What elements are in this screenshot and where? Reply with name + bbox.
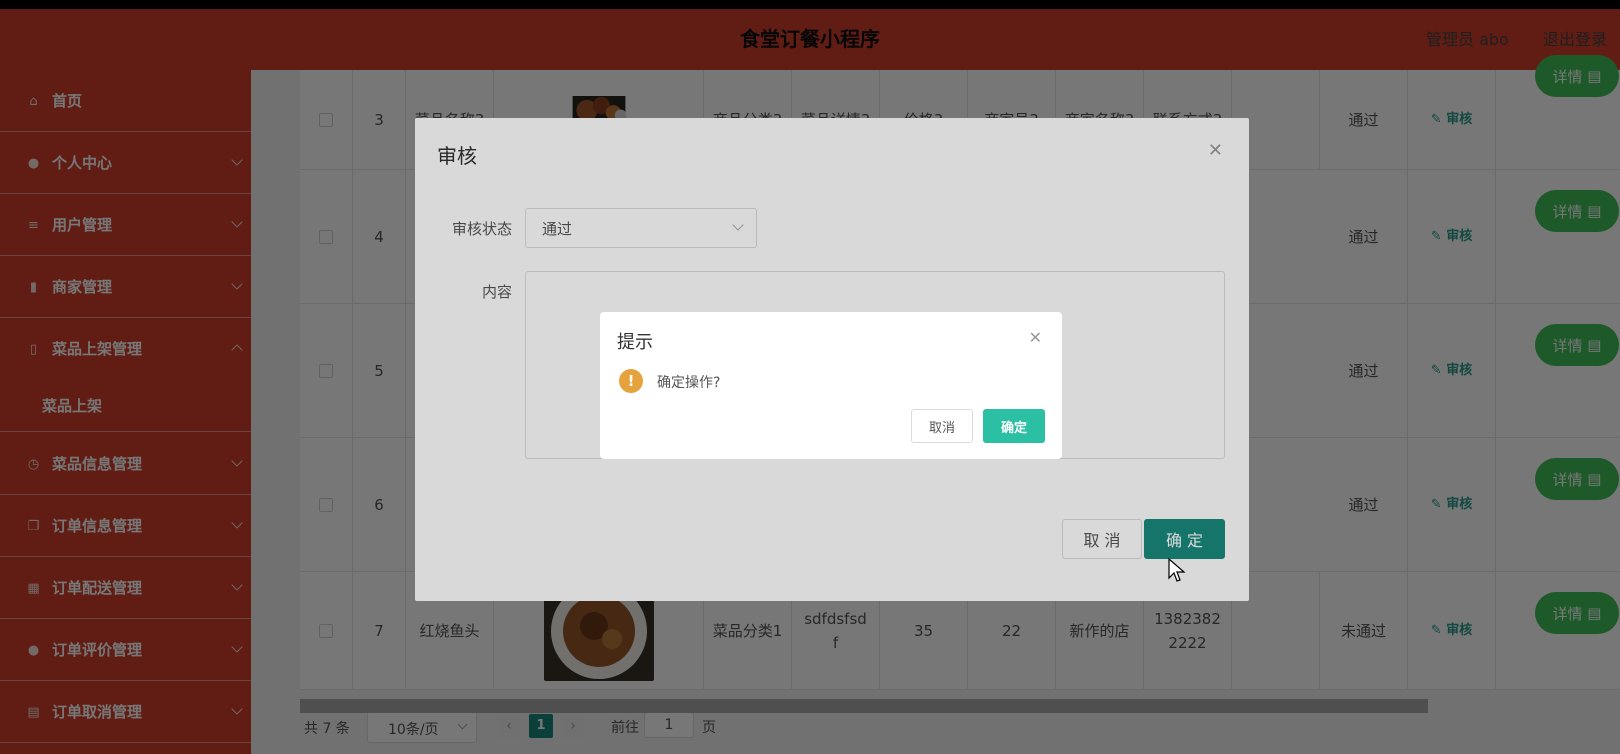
message-text: 确定操作?	[657, 375, 721, 391]
confirm-message-box: 提示 ✕ ! 确定操作? 取消 确定	[600, 312, 1062, 459]
close-icon[interactable]: ✕	[1029, 328, 1042, 347]
warning-icon: !	[619, 369, 643, 393]
mouse-cursor-icon	[1168, 558, 1186, 582]
app-root: 食堂订餐小程序 管理员 abo 退出登录 ⌂ 首页 ● 个人中心 ≡ 用户管理 …	[0, 9, 1620, 754]
message-cancel-button[interactable]: 取消	[911, 409, 973, 443]
message-confirm-button[interactable]: 确定	[983, 409, 1045, 443]
message-box-title: 提示	[617, 332, 653, 353]
